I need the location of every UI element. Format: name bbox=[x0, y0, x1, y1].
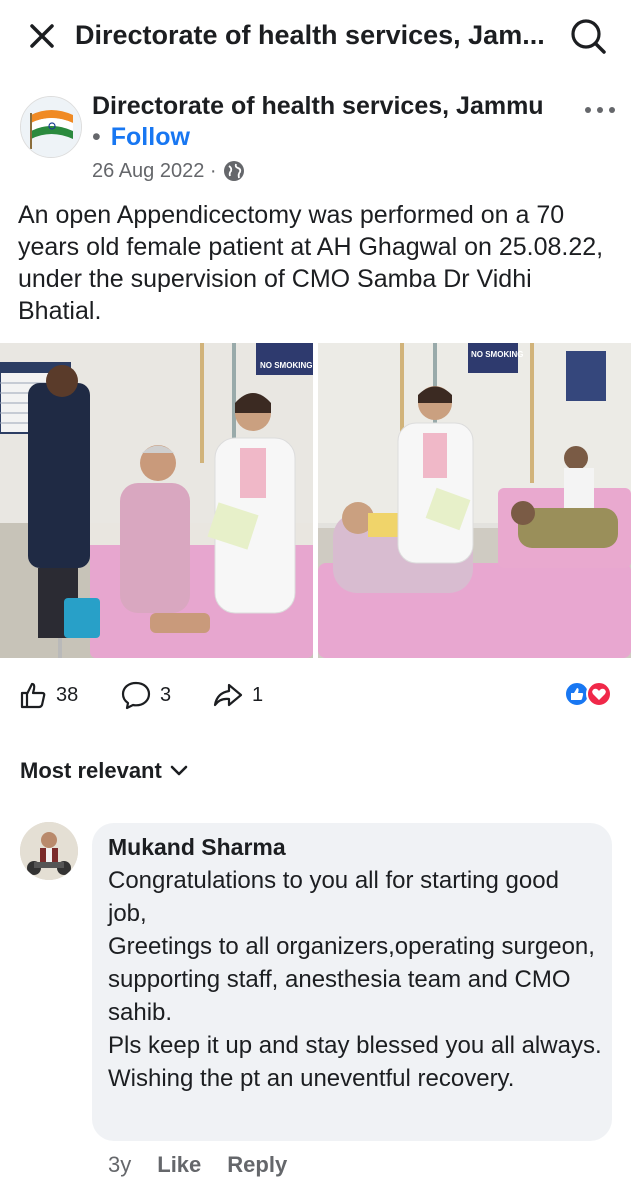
no-smoking-sign: NO SMOKING bbox=[260, 361, 312, 370]
love-reaction-icon bbox=[586, 681, 612, 707]
post-date[interactable]: 26 Aug 2022 · bbox=[92, 157, 217, 185]
close-button[interactable] bbox=[24, 18, 60, 54]
more-dots-icon bbox=[585, 107, 615, 113]
globe-icon bbox=[223, 161, 244, 181]
post-photo-1[interactable]: NO SMOKING bbox=[0, 343, 313, 658]
separator-dot: • bbox=[92, 123, 101, 151]
page-name[interactable]: Directorate of health services, Jammu bbox=[92, 90, 572, 122]
page-title: Directorate of health services, Jam... bbox=[75, 20, 545, 50]
share-arrow-icon bbox=[213, 683, 243, 707]
follow-button[interactable]: Follow bbox=[111, 123, 190, 151]
like-count: 38 bbox=[56, 683, 79, 706]
post-meta: 26 Aug 2022 · bbox=[92, 157, 245, 185]
comment-like-button[interactable]: Like bbox=[157, 1150, 201, 1180]
comment-author[interactable]: Mukand Sharma bbox=[108, 832, 286, 862]
comment-action[interactable]: 3 bbox=[120, 678, 171, 712]
share-count: 1 bbox=[252, 683, 264, 706]
flag-logo-icon bbox=[21, 97, 81, 157]
follow-row: • Follow bbox=[92, 121, 190, 153]
comment-count: 3 bbox=[160, 683, 172, 706]
share-action[interactable]: 1 bbox=[212, 678, 263, 712]
comment-bubble-icon bbox=[121, 681, 151, 710]
search-button[interactable] bbox=[566, 14, 610, 58]
comment-reply-button[interactable]: Reply bbox=[227, 1150, 287, 1180]
post-photo-2[interactable]: NO SMOKING bbox=[318, 343, 631, 658]
comment-sort-dropdown[interactable]: Most relevant bbox=[20, 756, 188, 786]
no-smoking-sign: NO SMOKING bbox=[471, 350, 523, 359]
search-icon bbox=[571, 19, 606, 54]
more-options-button[interactable] bbox=[582, 100, 618, 120]
like-reaction-icon bbox=[564, 681, 590, 707]
comment-time: 3y bbox=[108, 1152, 132, 1177]
comment-text: Congratulations to you all for starting … bbox=[108, 867, 602, 1092]
chevron-down-icon bbox=[170, 765, 188, 776]
sort-label: Most relevant bbox=[20, 758, 162, 783]
commenter-avatar[interactable] bbox=[20, 822, 78, 880]
post-caption: An open Appendicectomy was performed on … bbox=[18, 201, 604, 325]
like-action[interactable]: 38 bbox=[18, 678, 78, 712]
close-icon bbox=[30, 24, 54, 48]
thumbs-up-icon bbox=[20, 682, 46, 709]
page-avatar[interactable] bbox=[20, 96, 82, 158]
reaction-summary[interactable] bbox=[563, 680, 615, 708]
comment-meta: 3y Like Reply bbox=[108, 1150, 287, 1180]
